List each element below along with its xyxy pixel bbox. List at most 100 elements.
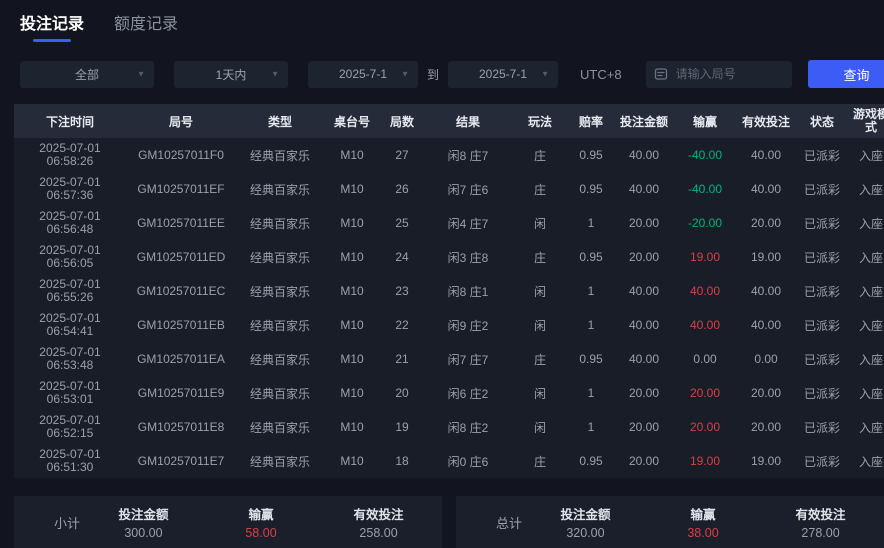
tab-quota-records[interactable]: 额度记录 [114,10,178,42]
search-input[interactable] [674,66,784,82]
cell-rounds: 21 [380,352,424,366]
round-id-icon [654,67,668,81]
cell-bet-time: 2025-07-01 06:51:30 [14,448,126,474]
cell-bet-amount: 20.00 [614,216,674,230]
cell-result: 闲8 庄2 [424,419,512,436]
tab-betting-records-label: 投注记录 [20,16,84,33]
cell-play: 庄 [512,181,568,198]
cell-game-mode: 入座 [848,147,884,164]
cell-rounds: 20 [380,386,424,400]
cell-type: 经典百家乐 [236,249,324,266]
cell-play: 闲 [512,317,568,334]
table-row: 2025-07-01 06:51:30 GM10257011E7 经典百家乐 M… [14,444,884,478]
cell-status: 已派彩 [796,385,848,402]
cell-bet-time: 2025-07-01 06:53:01 [14,380,126,406]
cell-play: 庄 [512,147,568,164]
cell-bet-amount: 40.00 [614,284,674,298]
cell-status: 已派彩 [796,419,848,436]
cell-status: 已派彩 [796,317,848,334]
cell-game-mode: 入座 [848,249,884,266]
date-range-select-value: 1天内 [216,66,247,83]
cell-game-mode: 入座 [848,181,884,198]
total-panel: 总计 投注金额 320.00 输赢 38.00 有效投注 278.00 [456,496,884,548]
type-select-value: 全部 [75,66,99,83]
cell-win-loss: -20.00 [674,216,736,230]
table-body: 2025-07-01 06:58:26 GM10257011F0 经典百家乐 M… [14,138,884,478]
chevron-down-icon: ▼ [401,70,409,79]
cell-type: 经典百家乐 [236,215,324,232]
cell-valid-bet: 40.00 [736,318,796,332]
total-label: 总计 [496,513,522,532]
tab-betting-records[interactable]: 投注记录 [20,10,84,42]
cell-rounds: 27 [380,148,424,162]
cell-bet-time: 2025-07-01 06:54:41 [14,312,126,338]
date-to-select[interactable]: 2025-7-1 ▼ [448,61,558,88]
cell-status: 已派彩 [796,147,848,164]
header-rounds: 局数 [380,113,424,130]
cell-play: 闲 [512,283,568,300]
cell-rounds: 25 [380,216,424,230]
cell-type: 经典百家乐 [236,147,324,164]
cell-table-no: M10 [324,318,380,332]
tab-bar: 投注记录 额度记录 [0,0,884,42]
cell-bet-amount: 20.00 [614,454,674,468]
cell-win-loss: 20.00 [674,386,736,400]
timezone-label: UTC+8 [580,67,622,82]
cell-valid-bet: 20.00 [736,386,796,400]
cell-bet-time: 2025-07-01 06:53:48 [14,346,126,372]
header-play: 玩法 [512,113,568,130]
cell-type: 经典百家乐 [236,453,324,470]
type-select[interactable]: 全部 ▼ [20,61,154,88]
cell-valid-bet: 40.00 [736,284,796,298]
cell-result: 闲6 庄2 [424,385,512,402]
cell-play: 庄 [512,249,568,266]
cell-win-loss: -40.00 [674,148,736,162]
cell-valid-bet: 20.00 [736,420,796,434]
table-row: 2025-07-01 06:56:48 GM10257011EE 经典百家乐 M… [14,206,884,240]
cell-game-mode: 入座 [848,453,884,470]
table-row: 2025-07-01 06:52:15 GM10257011E8 经典百家乐 M… [14,410,884,444]
date-to-value: 2025-7-1 [479,67,527,81]
chevron-down-icon: ▼ [541,70,549,79]
subtotal-valid-bet: 有效投注 258.00 [354,504,404,540]
cell-table-no: M10 [324,148,380,162]
cell-play: 庄 [512,453,568,470]
cell-type: 经典百家乐 [236,351,324,368]
chevron-down-icon: ▼ [271,70,279,79]
cell-status: 已派彩 [796,283,848,300]
query-button[interactable]: 查询 [808,60,884,88]
cell-game-mode: 入座 [848,351,884,368]
table-header-row: 下注时间 局号 类型 桌台号 局数 结果 玩法 赔率 投注金额 输赢 有效投注 … [14,104,884,138]
table-row: 2025-07-01 06:56:05 GM10257011ED 经典百家乐 M… [14,240,884,274]
cell-valid-bet: 40.00 [736,148,796,162]
cell-valid-bet: 40.00 [736,182,796,196]
cell-win-loss: 19.00 [674,454,736,468]
cell-round-id: GM10257011E9 [126,386,236,400]
table-row: 2025-07-01 06:53:48 GM10257011EA 经典百家乐 M… [14,342,884,376]
cell-game-mode: 入座 [848,317,884,334]
cell-bet-amount: 20.00 [614,386,674,400]
date-from-select[interactable]: 2025-7-1 ▼ [308,61,418,88]
date-range-select[interactable]: 1天内 ▼ [174,61,288,88]
subtotal-panel: 小计 投注金额 300.00 输赢 58.00 有效投注 258.00 [14,496,442,548]
active-tab-underline [33,39,71,42]
date-from-value: 2025-7-1 [339,67,387,81]
search-box[interactable] [646,61,792,88]
table-row: 2025-07-01 06:57:36 GM10257011EF 经典百家乐 M… [14,172,884,206]
cell-odds: 1 [568,216,614,230]
cell-type: 经典百家乐 [236,181,324,198]
cell-result: 闲7 庄7 [424,351,512,368]
cell-table-no: M10 [324,420,380,434]
cell-type: 经典百家乐 [236,385,324,402]
cell-table-no: M10 [324,216,380,230]
header-round-id: 局号 [126,113,236,130]
cell-status: 已派彩 [796,453,848,470]
cell-bet-amount: 20.00 [614,250,674,264]
cell-win-loss: 0.00 [674,352,736,366]
cell-round-id: GM10257011E8 [126,420,236,434]
cell-bet-time: 2025-07-01 06:56:05 [14,244,126,270]
cell-status: 已派彩 [796,351,848,368]
cell-valid-bet: 20.00 [736,216,796,230]
cell-play: 闲 [512,215,568,232]
cell-status: 已派彩 [796,181,848,198]
